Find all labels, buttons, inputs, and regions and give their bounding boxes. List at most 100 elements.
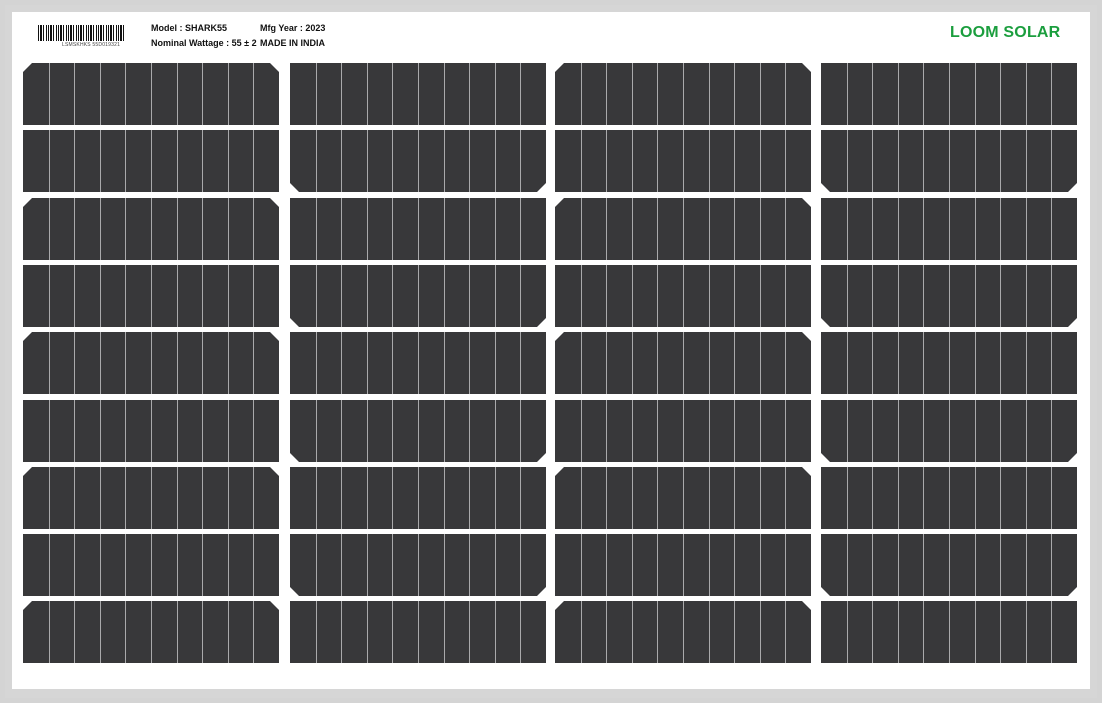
busbar-line [49, 534, 50, 596]
busbar-line [872, 63, 873, 125]
busbar-line [632, 467, 633, 529]
busbar-line [847, 332, 848, 394]
busbar-line [949, 63, 950, 125]
busbar-line [520, 198, 521, 260]
busbar-line [949, 198, 950, 260]
busbar-line [923, 400, 924, 462]
busbar-line [253, 601, 254, 663]
busbar-line [74, 198, 75, 260]
busbar-line [177, 130, 178, 192]
busbar-line [785, 265, 786, 327]
busbar-line [100, 130, 101, 192]
busbar-line [872, 332, 873, 394]
busbar-line [125, 534, 126, 596]
busbar-line [418, 332, 419, 394]
busbar-line [228, 400, 229, 462]
busbar-line [341, 534, 342, 596]
busbar-line [872, 265, 873, 327]
busbar-line [341, 332, 342, 394]
busbar-line [1051, 400, 1052, 462]
busbar-line [949, 467, 950, 529]
busbar-line [1026, 601, 1027, 663]
busbar-line [49, 601, 50, 663]
busbar-line [734, 332, 735, 394]
busbar-line [469, 601, 470, 663]
busbar-line [606, 534, 607, 596]
solar-cell-grid [0, 0, 1102, 703]
busbar-line [125, 265, 126, 327]
busbar-line [418, 534, 419, 596]
busbar-line [444, 332, 445, 394]
busbar-line [847, 601, 848, 663]
solar-cell [821, 265, 1077, 327]
solar-cell [23, 130, 279, 192]
busbar-line [202, 198, 203, 260]
busbar-line [316, 63, 317, 125]
busbar-line [657, 534, 658, 596]
busbar-line [949, 400, 950, 462]
busbar-line [632, 332, 633, 394]
busbar-line [520, 467, 521, 529]
busbar-line [949, 332, 950, 394]
busbar-line [495, 400, 496, 462]
busbar-line [520, 332, 521, 394]
busbar-line [392, 63, 393, 125]
busbar-line [367, 467, 368, 529]
busbar-line [847, 534, 848, 596]
busbar-line [683, 332, 684, 394]
busbar-line [657, 130, 658, 192]
busbar-line [1000, 198, 1001, 260]
busbar-line [1000, 601, 1001, 663]
busbar-line [74, 130, 75, 192]
busbar-line [341, 400, 342, 462]
busbar-line [1026, 265, 1027, 327]
solar-cell [555, 130, 811, 192]
solar-cell [23, 601, 279, 663]
solar-cell [23, 265, 279, 327]
busbar-line [392, 400, 393, 462]
busbar-line [367, 130, 368, 192]
busbar-line [444, 130, 445, 192]
busbar-line [606, 400, 607, 462]
busbar-line [760, 63, 761, 125]
busbar-line [125, 198, 126, 260]
busbar-line [151, 534, 152, 596]
busbar-line [683, 400, 684, 462]
busbar-line [177, 601, 178, 663]
busbar-line [581, 467, 582, 529]
busbar-line [657, 467, 658, 529]
solar-cell [821, 332, 1077, 394]
busbar-line [228, 63, 229, 125]
busbar-line [709, 130, 710, 192]
busbar-line [709, 601, 710, 663]
busbar-line [975, 63, 976, 125]
busbar-line [632, 265, 633, 327]
busbar-line [785, 601, 786, 663]
busbar-line [100, 467, 101, 529]
busbar-line [632, 63, 633, 125]
busbar-line [898, 534, 899, 596]
busbar-line [228, 332, 229, 394]
busbar-line [520, 130, 521, 192]
busbar-line [975, 601, 976, 663]
busbar-line [367, 332, 368, 394]
busbar-line [177, 63, 178, 125]
busbar-line [520, 265, 521, 327]
busbar-line [975, 198, 976, 260]
busbar-line [898, 332, 899, 394]
busbar-line [202, 130, 203, 192]
busbar-line [975, 265, 976, 327]
busbar-line [202, 265, 203, 327]
solar-cell [555, 332, 811, 394]
busbar-line [49, 467, 50, 529]
busbar-line [151, 130, 152, 192]
busbar-line [734, 130, 735, 192]
busbar-line [520, 400, 521, 462]
busbar-line [74, 400, 75, 462]
busbar-line [49, 265, 50, 327]
busbar-line [847, 400, 848, 462]
busbar-line [683, 601, 684, 663]
busbar-line [898, 265, 899, 327]
busbar-line [228, 130, 229, 192]
solar-cell [290, 534, 546, 596]
